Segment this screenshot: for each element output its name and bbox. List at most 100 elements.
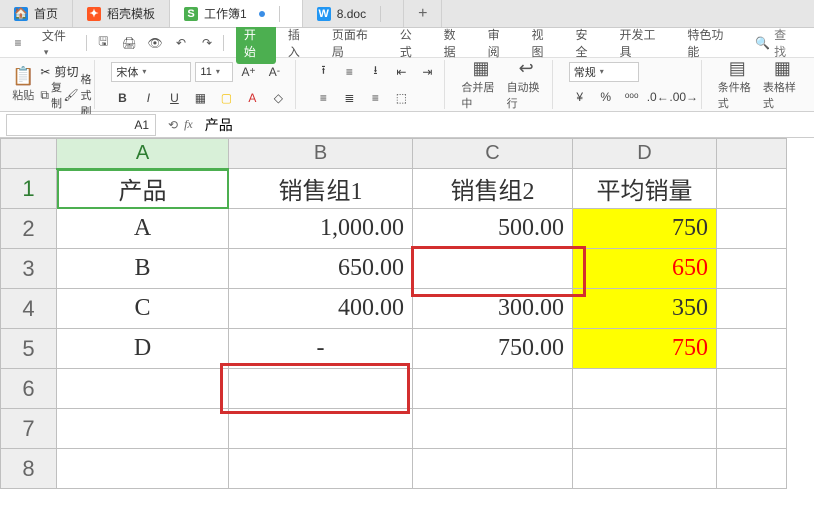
preview-icon[interactable]: 👁 — [145, 33, 165, 53]
fill-color-button[interactable]: ▢ — [215, 87, 237, 109]
wrap-text-button[interactable]: ↩ 自动换行 — [507, 59, 546, 111]
cell-D8[interactable] — [573, 449, 717, 489]
decrease-font-button[interactable]: A- — [263, 61, 285, 83]
clear-format-button[interactable]: ◇ — [267, 87, 289, 109]
row-header-6[interactable]: 6 — [1, 369, 57, 409]
select-all-corner[interactable] — [1, 139, 57, 169]
copy-button[interactable]: ⧉复制 — [40, 84, 62, 106]
row-header-3[interactable]: 3 — [1, 249, 57, 289]
cell-C1[interactable]: 销售组2 — [413, 169, 573, 209]
conditional-format-button[interactable]: ▤ 条件格式 — [718, 59, 757, 111]
cell-E8[interactable] — [717, 449, 787, 489]
percent-button[interactable]: % — [595, 86, 617, 108]
cell-E3[interactable] — [717, 249, 787, 289]
find-box[interactable]: 🔍 查找 — [747, 26, 806, 60]
cell-E7[interactable] — [717, 409, 787, 449]
cell-C2[interactable]: 500.00 — [413, 209, 573, 249]
undo-icon[interactable]: ↶ — [171, 33, 191, 53]
cell-E1[interactable] — [717, 169, 787, 209]
cell-C7[interactable] — [413, 409, 573, 449]
tab-template[interactable]: ✦ 稻壳模板 — [73, 0, 170, 27]
increase-font-button[interactable]: A+ — [237, 61, 259, 83]
print-icon[interactable]: 🖨 — [119, 33, 139, 53]
menu-data[interactable]: 数据 — [436, 22, 476, 64]
align-top-button[interactable]: ⭱ — [312, 61, 334, 83]
cell-B3[interactable]: 650.00 — [229, 249, 413, 289]
cell-C5[interactable]: 750.00 — [413, 329, 573, 369]
row-header-2[interactable]: 2 — [1, 209, 57, 249]
cell-D6[interactable] — [573, 369, 717, 409]
cell-D2[interactable]: 750 — [573, 209, 717, 249]
number-format-select[interactable]: 常规▾ — [569, 62, 639, 82]
cell-C8[interactable] — [413, 449, 573, 489]
menu-icon[interactable]: ≡ — [8, 33, 28, 53]
align-right-button[interactable]: ≡ — [364, 87, 386, 109]
increase-decimal-button[interactable]: .00→ — [673, 86, 695, 108]
save-icon[interactable]: 🖫 — [93, 33, 113, 53]
col-header-D[interactable]: D — [573, 139, 717, 169]
row-header-4[interactable]: 4 — [1, 289, 57, 329]
cell-C4[interactable]: 300.00 — [413, 289, 573, 329]
cell-D7[interactable] — [573, 409, 717, 449]
menu-security[interactable]: 安全 — [568, 22, 608, 64]
table-style-button[interactable]: ▦ 表格样式 — [763, 59, 802, 111]
name-box[interactable]: A1 — [6, 114, 156, 136]
cell-D4[interactable]: 350 — [573, 289, 717, 329]
decrease-decimal-button[interactable]: .0← — [647, 86, 669, 108]
cell-A1[interactable]: 产品 — [57, 169, 229, 209]
align-bottom-button[interactable]: ⭳ — [364, 61, 386, 83]
cell-B7[interactable] — [229, 409, 413, 449]
italic-button[interactable]: I — [137, 87, 159, 109]
font-name-select[interactable]: 宋体▾ — [111, 62, 191, 82]
cell-D5[interactable]: 750 — [573, 329, 717, 369]
indent-increase-button[interactable]: ⇥ — [416, 61, 438, 83]
cell-E5[interactable] — [717, 329, 787, 369]
menu-formula[interactable]: 公式 — [392, 22, 432, 64]
row-header-5[interactable]: 5 — [1, 329, 57, 369]
menu-layout[interactable]: 页面布局 — [324, 22, 388, 64]
cell-D3[interactable]: 650 — [573, 249, 717, 289]
menu-dev[interactable]: 开发工具 — [611, 22, 675, 64]
col-header-E[interactable] — [717, 139, 787, 169]
cancel-formula-icon[interactable]: ⟲ — [168, 118, 178, 132]
cell-B1[interactable]: 销售组1 — [229, 169, 413, 209]
tab-home[interactable]: 🏠 首页 — [0, 0, 73, 27]
col-header-B[interactable]: B — [229, 139, 413, 169]
row-header-7[interactable]: 7 — [1, 409, 57, 449]
cell-B6[interactable] — [229, 369, 413, 409]
formula-input[interactable] — [199, 114, 814, 136]
thousands-button[interactable]: ᵒᵒᵒ — [621, 86, 643, 108]
file-menu[interactable]: 文件▾ — [34, 23, 80, 62]
underline-button[interactable]: U — [163, 87, 185, 109]
tab-workbook[interactable]: S 工作簿1 — [170, 0, 303, 27]
cell-C3[interactable] — [413, 249, 573, 289]
tab-add[interactable]: + — [404, 0, 442, 27]
bold-button[interactable]: B — [111, 87, 133, 109]
redo-icon[interactable]: ↷ — [197, 33, 217, 53]
fx-icon[interactable]: fx — [184, 117, 193, 132]
align-left-button[interactable]: ≡ — [312, 87, 334, 109]
border-button[interactable]: ▦ — [189, 87, 211, 109]
font-color-button[interactable]: A — [241, 87, 263, 109]
col-header-A[interactable]: A — [57, 139, 229, 169]
cell-A3[interactable]: B — [57, 249, 229, 289]
row-header-1[interactable]: 1 — [1, 169, 57, 209]
row-header-8[interactable]: 8 — [1, 449, 57, 489]
cell-B8[interactable] — [229, 449, 413, 489]
menu-insert[interactable]: 插入 — [280, 22, 320, 64]
cell-B2[interactable]: 1,000.00 — [229, 209, 413, 249]
font-size-select[interactable]: 11▾ — [195, 62, 233, 82]
cell-A7[interactable] — [57, 409, 229, 449]
cell-E6[interactable] — [717, 369, 787, 409]
cell-B5[interactable]: - — [229, 329, 413, 369]
cell-A4[interactable]: C — [57, 289, 229, 329]
merge-center-button[interactable]: ▦ 合并居中 — [461, 59, 500, 111]
menu-start[interactable]: 开始 — [236, 22, 276, 64]
cell-A5[interactable]: D — [57, 329, 229, 369]
cell-C6[interactable] — [413, 369, 573, 409]
cell-E2[interactable] — [717, 209, 787, 249]
cell-E4[interactable] — [717, 289, 787, 329]
format-painter-button[interactable]: 🖌格式刷 — [66, 84, 88, 106]
cell-A6[interactable] — [57, 369, 229, 409]
cell-D1[interactable]: 平均销量 — [573, 169, 717, 209]
